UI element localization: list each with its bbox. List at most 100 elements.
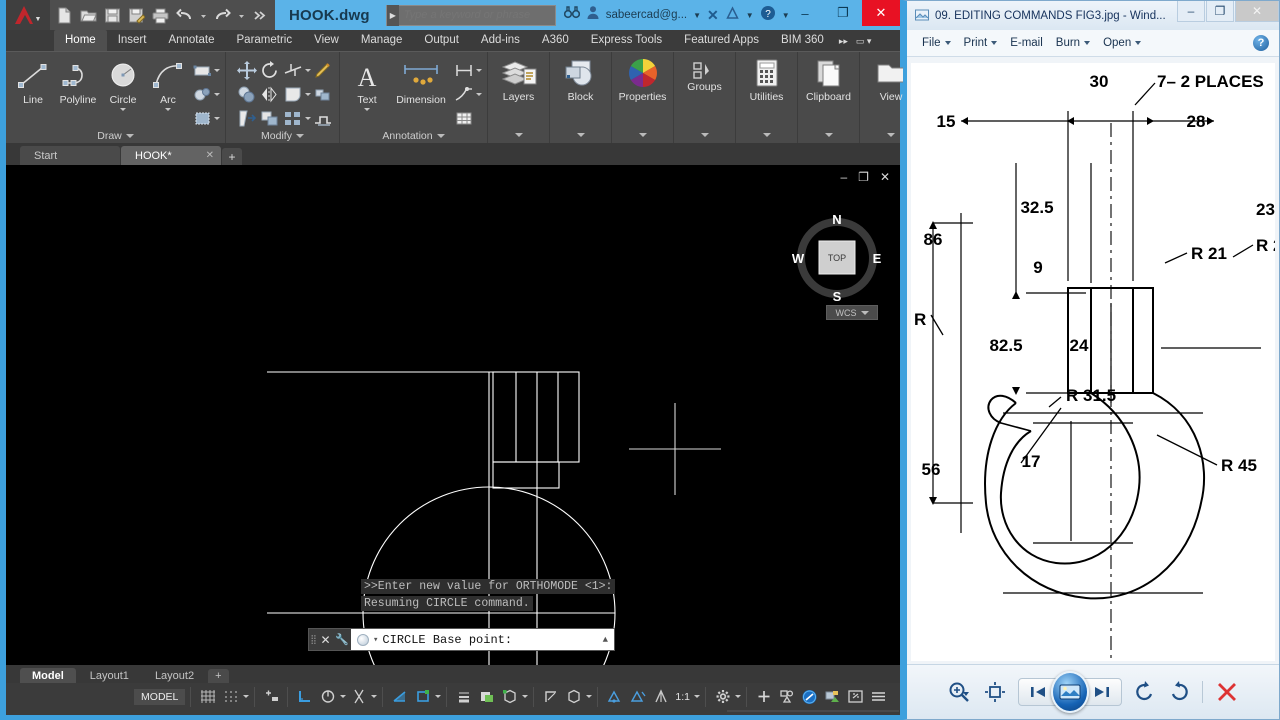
autodesk-caret-icon[interactable]: ▼	[746, 11, 754, 20]
selection-cycling-icon[interactable]	[499, 687, 520, 707]
rotate-counterclockwise-icon[interactable]	[1134, 681, 1156, 703]
isolate-objects-icon[interactable]	[776, 687, 797, 707]
array-icon[interactable]	[312, 84, 334, 105]
wcs-selector[interactable]: WCS	[826, 305, 878, 320]
undo-icon[interactable]	[176, 7, 193, 24]
tab-featured-apps[interactable]: Featured Apps	[673, 30, 770, 51]
qat-more-icon[interactable]	[252, 7, 269, 24]
new-file-tab-button[interactable]: +	[222, 148, 242, 165]
panel-layers[interactable]: Layers	[488, 52, 550, 143]
layout-tab-layout1[interactable]: Layout1	[78, 668, 141, 684]
viewer-close-button[interactable]: ✕	[1235, 1, 1279, 22]
mirror-icon[interactable]	[259, 84, 281, 105]
chevron-down-icon[interactable]	[125, 134, 134, 138]
close-icon[interactable]: ✕	[206, 150, 214, 161]
command-line[interactable]: ⣿ ✕ 🔧 ▾ CIRCLE Base point: ▲	[308, 628, 615, 651]
close-button[interactable]: ✕	[862, 0, 900, 26]
drawing-minimize-button[interactable]: –	[840, 170, 847, 184]
help-icon[interactable]: ?	[760, 5, 776, 26]
annotation-scale-icon[interactable]	[650, 687, 671, 707]
panel-utilities[interactable]: Utilities	[736, 52, 798, 143]
tab-a360[interactable]: A360	[531, 30, 580, 51]
workspace-gear-icon[interactable]	[712, 687, 733, 707]
autodesk-small-logo-icon[interactable]	[725, 5, 740, 25]
offset-icon[interactable]	[312, 108, 334, 129]
hatch-icon[interactable]	[191, 84, 213, 105]
clean-screen-icon[interactable]	[845, 687, 866, 707]
viewer-maximize-button[interactable]: ❐	[1206, 1, 1234, 22]
fillet-icon[interactable]	[282, 84, 304, 105]
erase-icon[interactable]	[312, 60, 334, 81]
file-tab-start[interactable]: Start	[20, 146, 120, 165]
grid-display-icon[interactable]	[197, 687, 218, 707]
explode-icon[interactable]	[282, 108, 304, 129]
tab-home[interactable]: Home	[54, 30, 107, 51]
search-box[interactable]: ▶	[385, 4, 556, 26]
3d-dropdown-icon[interactable]	[586, 695, 593, 698]
leader-dropdown-icon[interactable]	[476, 92, 482, 96]
polar-tracking-icon[interactable]	[317, 687, 338, 707]
exchange-apps-icon[interactable]: ✕	[707, 7, 719, 24]
chevron-down-icon[interactable]	[700, 132, 709, 137]
utilities-expand-row[interactable]	[738, 126, 795, 143]
fillet-dropdown-icon[interactable]	[305, 92, 311, 96]
rotate-icon[interactable]	[259, 60, 281, 81]
account-name[interactable]: sabeercad@g...	[606, 9, 687, 21]
customization-plus-icon[interactable]	[753, 687, 774, 707]
file-tab-hook[interactable]: HOOK* ✕	[121, 146, 221, 165]
menu-open[interactable]: Open	[1098, 34, 1146, 52]
snap-dropdown-icon[interactable]	[243, 695, 250, 698]
minimize-button[interactable]: –	[786, 0, 824, 26]
chevron-down-icon[interactable]	[576, 132, 585, 137]
scale-icon[interactable]	[259, 108, 281, 129]
command-expand-icon[interactable]: ▲	[603, 635, 608, 645]
rectangle-icon[interactable]	[191, 60, 213, 81]
zoom-icon[interactable]	[948, 681, 972, 703]
layout-tab-add[interactable]: +	[208, 669, 229, 683]
menu-burn[interactable]: Burn	[1051, 34, 1095, 52]
panel-annotation-label-row[interactable]: Annotation	[342, 129, 485, 143]
user-account-icon[interactable]	[586, 5, 600, 25]
panel-clipboard[interactable]: Clipboard	[798, 52, 860, 143]
tab-output[interactable]: Output	[413, 30, 470, 51]
2d-object-snap-icon[interactable]	[412, 687, 433, 707]
lineweight-icon[interactable]	[453, 687, 474, 707]
layers-expand-row[interactable]	[490, 126, 547, 143]
region-dropdown-icon[interactable]	[214, 116, 220, 120]
application-menu-button[interactable]: ▼	[6, 0, 50, 30]
leader-icon[interactable]	[453, 84, 475, 105]
menu-email[interactable]: E-mail	[1005, 34, 1048, 52]
view-cube[interactable]: TOP N E S W	[792, 211, 882, 304]
search-expand-icon[interactable]: ▶	[386, 4, 399, 26]
dynamic-ucs-icon[interactable]	[540, 687, 561, 707]
polar-dropdown-icon[interactable]	[340, 695, 347, 698]
chevron-down-icon[interactable]: ▾	[373, 635, 378, 645]
menu-file[interactable]: File	[917, 34, 956, 52]
block-expand-row[interactable]	[552, 126, 609, 143]
ribbon-overflow-icon[interactable]: ▸▸	[835, 31, 852, 51]
account-caret-icon[interactable]: ▼	[693, 11, 701, 20]
text-dropdown-icon[interactable]	[364, 108, 370, 111]
new-file-icon[interactable]	[56, 7, 73, 24]
maximize-button[interactable]: ❐	[824, 0, 862, 26]
selection-cycling-dropdown-icon[interactable]	[522, 695, 529, 698]
undo-dropdown-icon[interactable]	[200, 7, 207, 24]
ortho-mode-icon[interactable]	[294, 687, 315, 707]
redo-dropdown-icon[interactable]	[238, 7, 245, 24]
redo-icon[interactable]	[214, 7, 231, 24]
trim-dropdown-icon[interactable]	[305, 68, 311, 72]
draw-polyline-button[interactable]: Polyline	[56, 56, 100, 106]
chevron-down-icon[interactable]	[824, 132, 833, 137]
circle-dropdown-icon[interactable]	[120, 108, 126, 111]
clipboard-expand-row[interactable]	[800, 126, 857, 143]
command-line-grip[interactable]: ⣿	[309, 629, 318, 650]
save-as-icon[interactable]	[128, 7, 146, 24]
scale-dropdown-icon[interactable]	[694, 695, 700, 698]
panel-modify-label-row[interactable]: Modify	[228, 129, 337, 143]
drawing-restore-button[interactable]: ❐	[858, 170, 869, 184]
tab-manage[interactable]: Manage	[350, 30, 414, 51]
osnap-tracking-dropdown-icon[interactable]	[371, 695, 378, 698]
open-folder-icon[interactable]	[80, 7, 97, 24]
trim-icon[interactable]	[282, 60, 304, 81]
groups-expand-row[interactable]	[676, 126, 733, 143]
